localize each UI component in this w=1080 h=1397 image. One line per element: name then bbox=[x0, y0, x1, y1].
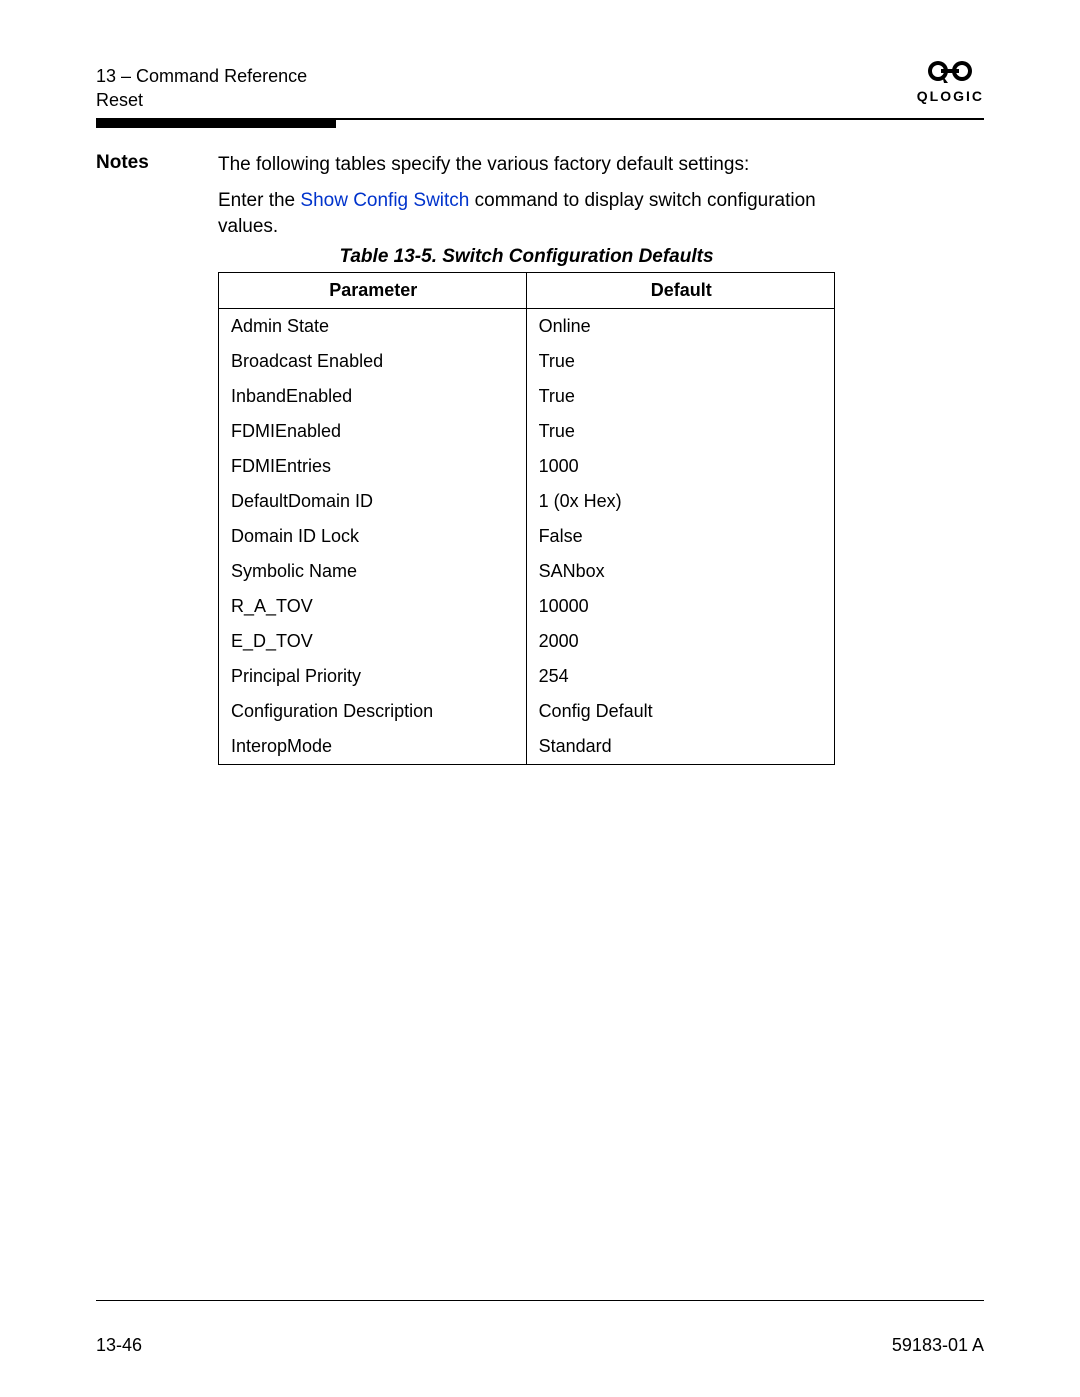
table-row: E_D_TOV2000 bbox=[219, 624, 835, 659]
cell-default: Standard bbox=[526, 729, 834, 765]
page: 13 – Command Reference Reset QLOGIC Note… bbox=[0, 0, 1080, 1397]
table-header-row: Parameter Default bbox=[219, 273, 835, 309]
notes-heading: Notes bbox=[96, 152, 149, 174]
cell-default: False bbox=[526, 519, 834, 554]
show-config-switch-link[interactable]: Show Config Switch bbox=[300, 190, 469, 211]
cell-parameter: DefaultDomain ID bbox=[219, 484, 527, 519]
table-row: FDMIEntries1000 bbox=[219, 449, 835, 484]
cell-parameter: InbandEnabled bbox=[219, 379, 527, 414]
cell-default: True bbox=[526, 414, 834, 449]
config-defaults-table: Parameter Default Admin StateOnlineBroad… bbox=[218, 272, 835, 765]
cell-parameter: FDMIEnabled bbox=[219, 414, 527, 449]
doc-number: 59183-01 A bbox=[892, 1335, 984, 1356]
cell-default: Online bbox=[526, 309, 834, 345]
cell-default: True bbox=[526, 379, 834, 414]
table-row: Admin StateOnline bbox=[219, 309, 835, 345]
cell-parameter: Domain ID Lock bbox=[219, 519, 527, 554]
table-row: R_A_TOV10000 bbox=[219, 589, 835, 624]
table-row: Symbolic NameSANbox bbox=[219, 554, 835, 589]
page-number: 13-46 bbox=[96, 1335, 142, 1356]
cell-parameter: Principal Priority bbox=[219, 659, 527, 694]
table-row: FDMIEnabledTrue bbox=[219, 414, 835, 449]
cell-default: 1000 bbox=[526, 449, 834, 484]
cell-default: 1 (0x Hex) bbox=[526, 484, 834, 519]
table-row: DefaultDomain ID1 (0x Hex) bbox=[219, 484, 835, 519]
cell-parameter: Configuration Description bbox=[219, 694, 527, 729]
notes-line-1: The following tables specify the various… bbox=[218, 152, 840, 178]
notes-line-2: Enter the Show Config Switch command to … bbox=[218, 188, 840, 240]
brand-logo: QLOGIC bbox=[917, 58, 984, 104]
col-header-parameter: Parameter bbox=[219, 273, 527, 309]
logo-mark-icon bbox=[917, 58, 984, 88]
cell-default: 10000 bbox=[526, 589, 834, 624]
cell-parameter: InteropMode bbox=[219, 729, 527, 765]
header-left: 13 – Command Reference Reset bbox=[96, 64, 307, 112]
table-caption: Table 13-5. Switch Configuration Default… bbox=[218, 246, 835, 268]
table-body: Admin StateOnlineBroadcast EnabledTrueIn… bbox=[219, 309, 835, 765]
cell-parameter: Admin State bbox=[219, 309, 527, 345]
cell-default: 254 bbox=[526, 659, 834, 694]
table-row: Configuration DescriptionConfig Default bbox=[219, 694, 835, 729]
col-header-default: Default bbox=[526, 273, 834, 309]
table-row: InteropModeStandard bbox=[219, 729, 835, 765]
logo-text: QLOGIC bbox=[917, 88, 984, 104]
table-row: InbandEnabledTrue bbox=[219, 379, 835, 414]
header-thick-bar bbox=[96, 118, 336, 128]
cell-parameter: Broadcast Enabled bbox=[219, 344, 527, 379]
cell-parameter: R_A_TOV bbox=[219, 589, 527, 624]
cell-parameter: Symbolic Name bbox=[219, 554, 527, 589]
chapter-label: 13 – Command Reference bbox=[96, 64, 307, 88]
notes-line-2-pre: Enter the bbox=[218, 190, 300, 211]
cell-default: True bbox=[526, 344, 834, 379]
notes-body: The following tables specify the various… bbox=[218, 152, 840, 250]
table-row: Domain ID LockFalse bbox=[219, 519, 835, 554]
cell-parameter: E_D_TOV bbox=[219, 624, 527, 659]
section-label: Reset bbox=[96, 88, 307, 112]
table-row: Broadcast EnabledTrue bbox=[219, 344, 835, 379]
cell-default: SANbox bbox=[526, 554, 834, 589]
cell-parameter: FDMIEntries bbox=[219, 449, 527, 484]
footer-rule bbox=[96, 1300, 984, 1302]
cell-default: Config Default bbox=[526, 694, 834, 729]
table-row: Principal Priority254 bbox=[219, 659, 835, 694]
cell-default: 2000 bbox=[526, 624, 834, 659]
header: 13 – Command Reference Reset QLOGIC bbox=[96, 58, 984, 114]
